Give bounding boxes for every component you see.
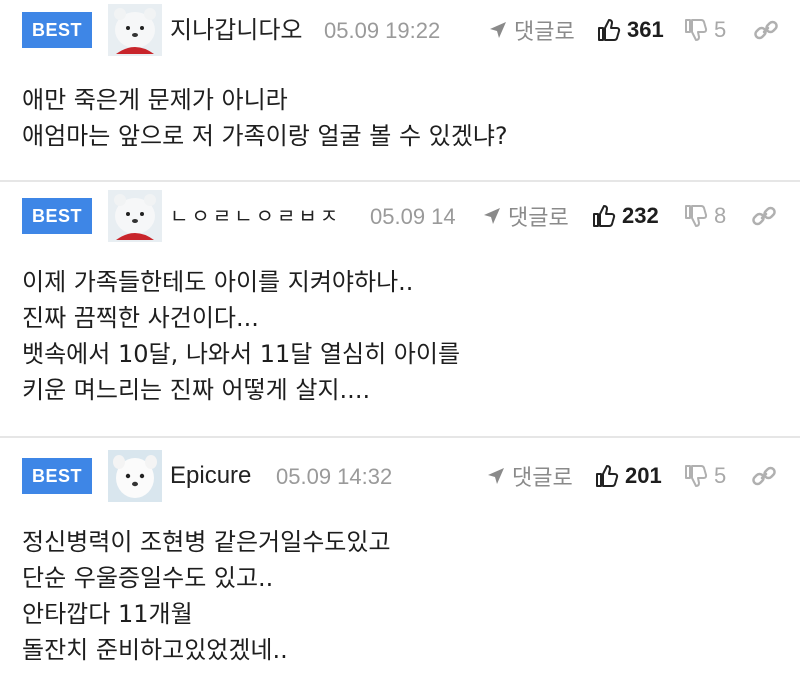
comment-line: 이제 가족들한테도 아이를 지켜야하나.. (22, 268, 414, 296)
nickname[interactable]: Epicure (170, 460, 251, 492)
comment-line: 애만 죽은게 문제가 아니라 (22, 86, 288, 114)
thumbs-down-icon (685, 19, 708, 41)
best-badge: BEST (22, 12, 92, 48)
dislike-count: 5 (714, 463, 727, 488)
comment-date: 05.09 14 (370, 204, 456, 229)
reply-arrow-icon (484, 208, 500, 224)
comment-header: BEST Epicure 05.09 14:32 댓글로 201 5 (0, 446, 800, 506)
nickname[interactable]: ㄴㅇㄹㄴㅇㄹㅂㅈ (170, 200, 341, 232)
link-icon[interactable] (750, 202, 778, 230)
thumbs-down-icon (685, 465, 708, 487)
comment-3: BEST Epicure 05.09 14:32 댓글로 201 5 정신병력이… (0, 446, 800, 695)
link-icon[interactable] (752, 16, 780, 44)
comment-line: 진짜 끔찍한 사건이다... (22, 304, 259, 332)
like-count: 232 (622, 203, 659, 228)
user-avatar[interactable] (108, 4, 162, 56)
comment-header: BEST 지나갑니다오 05.09 19:22 댓글로 361 5 (0, 0, 800, 60)
comment-body: 애만 죽은게 문제가 아니라 애엄마는 앞으로 저 가족이랑 얼굴 볼 수 있겠… (22, 82, 508, 154)
reply-button[interactable]: 댓글로 (486, 460, 573, 492)
dislike-count: 5 (714, 17, 727, 42)
user-avatar[interactable] (108, 450, 162, 502)
comment-line: 정신병력이 조현병 같은거일수도있고 (22, 528, 391, 556)
comment-line: 돌잔치 준비하고있었겠네.. (22, 636, 288, 664)
reply-label: 댓글로 (514, 20, 575, 45)
comment-2: BEST ㄴㅇㄹㄴㅇㄹㅂㅈ 05.09 14 댓글로 232 8 이제 가족들한… (0, 186, 800, 436)
comment-date: 05.09 19:22 (324, 18, 441, 43)
dislike-count: 8 (714, 203, 727, 228)
user-avatar[interactable] (108, 190, 162, 242)
best-badge: BEST (22, 458, 92, 494)
like-button[interactable]: 361 (597, 14, 664, 46)
like-button[interactable]: 201 (595, 460, 662, 492)
reply-button[interactable]: 댓글로 (488, 14, 575, 46)
reply-arrow-icon (490, 22, 506, 38)
divider (0, 180, 800, 182)
comment-line: 애엄마는 앞으로 저 가족이랑 얼굴 볼 수 있겠냐? (22, 122, 508, 150)
comment-body: 정신병력이 조현병 같은거일수도있고 단순 우울증일수도 있고.. 안타깝다 1… (22, 524, 391, 668)
reply-label: 댓글로 (512, 466, 573, 491)
divider (0, 436, 800, 438)
dislike-button[interactable]: 5 (684, 14, 726, 46)
link-icon[interactable] (750, 462, 778, 490)
comment-body: 이제 가족들한테도 아이를 지켜야하나.. 진짜 끔찍한 사건이다... 뱃속에… (22, 264, 460, 408)
reply-button[interactable]: 댓글로 (482, 200, 569, 232)
thumbs-down-icon (685, 205, 708, 227)
thumbs-up-icon (593, 205, 616, 227)
comment-header: BEST ㄴㅇㄹㄴㅇㄹㅂㅈ 05.09 14 댓글로 232 8 (0, 186, 800, 246)
nickname[interactable]: 지나갑니다오 (170, 14, 302, 46)
dislike-button[interactable]: 8 (684, 200, 726, 232)
like-button[interactable]: 232 (592, 200, 659, 232)
comment-date: 05.09 14:32 (276, 464, 393, 489)
thumbs-up-icon (598, 19, 621, 41)
comment-line: 안타깝다 11개월 (22, 600, 193, 628)
thumbs-up-icon (596, 465, 619, 487)
like-count: 201 (625, 463, 662, 488)
reply-arrow-icon (488, 468, 504, 484)
comment-1: BEST 지나갑니다오 05.09 19:22 댓글로 361 5 애만 죽은게… (0, 0, 800, 180)
best-badge: BEST (22, 198, 92, 234)
comment-line: 뱃속에서 10달, 나와서 11달 열심히 아이를 (22, 340, 461, 368)
like-count: 361 (627, 17, 664, 42)
comment-line: 단순 우울증일수도 있고.. (22, 564, 274, 592)
reply-label: 댓글로 (508, 206, 569, 231)
comment-line: 키운 며느리는 진짜 어떻게 살지.... (22, 376, 371, 404)
dislike-button[interactable]: 5 (684, 460, 726, 492)
